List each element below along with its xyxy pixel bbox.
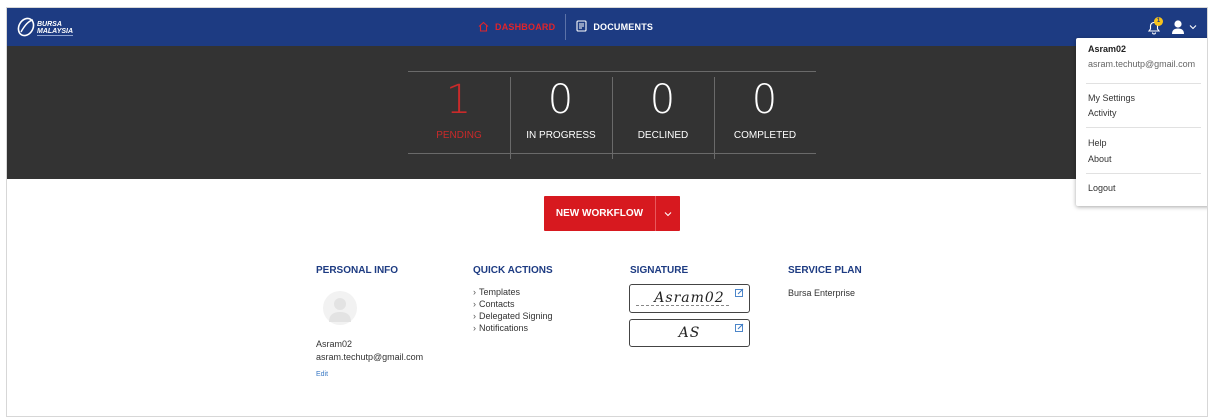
service-plan-name: Bursa Enterprise xyxy=(788,288,856,298)
tab-dashboard[interactable]: DASHBOARD xyxy=(478,21,555,34)
svg-text:MALAYSIA: MALAYSIA xyxy=(37,28,73,35)
stat-declined-count: 0 xyxy=(649,77,677,123)
stat-pending-count: 1 xyxy=(445,77,473,123)
profile-email: asram.techutp@gmail.com xyxy=(316,352,424,362)
home-icon xyxy=(478,21,489,34)
status-summary: 1 PENDING 0 IN PROGRESS 0 DECLINED 0 COM… xyxy=(7,46,1207,179)
stat-completed-count: 0 xyxy=(751,77,779,123)
stat-in-progress-count: 0 xyxy=(547,77,575,123)
quick-action-label: Delegated Signing xyxy=(479,311,553,321)
chevron-right-icon: › xyxy=(473,323,476,333)
chevron-down-icon xyxy=(1189,25,1197,30)
bursa-malaysia-logo[interactable]: BURSA MALAYSIA xyxy=(17,15,91,39)
signature-line xyxy=(636,305,729,306)
quick-action-delegated-signing[interactable]: › Delegated Signing xyxy=(473,310,553,322)
notification-badge: 1 xyxy=(1154,17,1163,26)
tab-documents-label: DOCUMENTS xyxy=(593,22,654,32)
quick-action-contacts[interactable]: › Contacts xyxy=(473,298,553,310)
avatar[interactable] xyxy=(323,291,357,325)
edit-profile-link[interactable]: Edit xyxy=(316,371,328,378)
new-workflow-button[interactable]: NEW WORKFLOW xyxy=(544,196,680,231)
stat-completed[interactable]: 0 COMPLETED xyxy=(714,80,816,141)
chevron-down-icon xyxy=(664,211,672,216)
stat-declined[interactable]: 0 DECLINED xyxy=(612,80,714,141)
edit-icon[interactable] xyxy=(735,323,744,332)
chevron-right-icon: › xyxy=(473,311,476,321)
document-icon xyxy=(576,20,587,34)
stat-completed-label: COMPLETED xyxy=(733,130,797,141)
full-signature-text: Asram02 xyxy=(654,290,725,306)
menu-divider xyxy=(1086,127,1201,128)
chevron-right-icon: › xyxy=(473,299,476,309)
menu-username: Asram02 xyxy=(1088,44,1127,54)
stat-pending[interactable]: 1 PENDING xyxy=(408,80,510,141)
menu-item-help[interactable]: Help xyxy=(1088,138,1107,148)
user-placeholder-icon xyxy=(329,298,351,322)
user-icon xyxy=(1172,20,1184,34)
stat-declined-label: DECLINED xyxy=(637,130,689,141)
personal-info-title: PERSONAL INFO xyxy=(316,265,399,276)
menu-divider xyxy=(1086,83,1201,84)
initials-signature-text: AS xyxy=(678,325,701,341)
quick-action-label: Contacts xyxy=(479,299,515,309)
initials-signature-box[interactable]: AS xyxy=(629,319,750,347)
quick-action-label: Templates xyxy=(479,287,521,297)
menu-item-logout[interactable]: Logout xyxy=(1088,183,1116,193)
edit-icon[interactable] xyxy=(735,288,744,297)
menu-item-my-settings[interactable]: My Settings xyxy=(1088,93,1135,103)
workflow-options-toggle[interactable] xyxy=(656,211,680,217)
quick-actions-list: › Templates › Contacts › Delegated Signing … xyxy=(473,286,553,334)
tab-documents[interactable]: DOCUMENTS xyxy=(576,20,653,34)
full-signature-box[interactable]: Asram02 xyxy=(629,284,750,313)
app-frame: BURSA MALAYSIA DASHBOARD DOCUMENTS 1 1 P… xyxy=(6,7,1208,417)
menu-item-activity[interactable]: Activity xyxy=(1088,108,1117,118)
stat-pending-label: PENDING xyxy=(436,130,482,141)
notification-button[interactable]: 1 xyxy=(1145,17,1163,36)
stat-in-progress-label: IN PROGRESS xyxy=(526,130,596,141)
user-dropdown-menu: Asram02 asram.techutp@gmail.com My Setti… xyxy=(1076,38,1207,206)
service-plan-title: SERVICE PLAN xyxy=(788,265,862,276)
quick-action-notifications[interactable]: › Notifications xyxy=(473,322,553,334)
menu-email: asram.techutp@gmail.com xyxy=(1088,59,1196,69)
profile-username: Asram02 xyxy=(316,339,353,349)
chevron-right-icon: › xyxy=(473,287,476,297)
nav-divider xyxy=(565,14,567,40)
main-nav: DASHBOARD DOCUMENTS xyxy=(478,8,653,46)
quick-action-templates[interactable]: › Templates xyxy=(473,286,553,298)
stat-in-progress[interactable]: 0 IN PROGRESS xyxy=(510,80,612,141)
user-menu-toggle[interactable] xyxy=(1171,19,1197,35)
top-nav: BURSA MALAYSIA DASHBOARD DOCUMENTS 1 xyxy=(7,8,1207,46)
new-workflow-label: NEW WORKFLOW xyxy=(555,208,644,219)
svg-text:BURSA: BURSA xyxy=(37,21,62,28)
stats-top-rule xyxy=(408,71,816,72)
tab-dashboard-label: DASHBOARD xyxy=(495,22,556,32)
menu-item-about[interactable]: About xyxy=(1088,154,1112,164)
quick-action-label: Notifications xyxy=(479,323,529,333)
menu-divider xyxy=(1086,173,1201,174)
quick-actions-title: QUICK ACTIONS xyxy=(473,265,553,276)
signature-title: SIGNATURE xyxy=(630,265,689,276)
